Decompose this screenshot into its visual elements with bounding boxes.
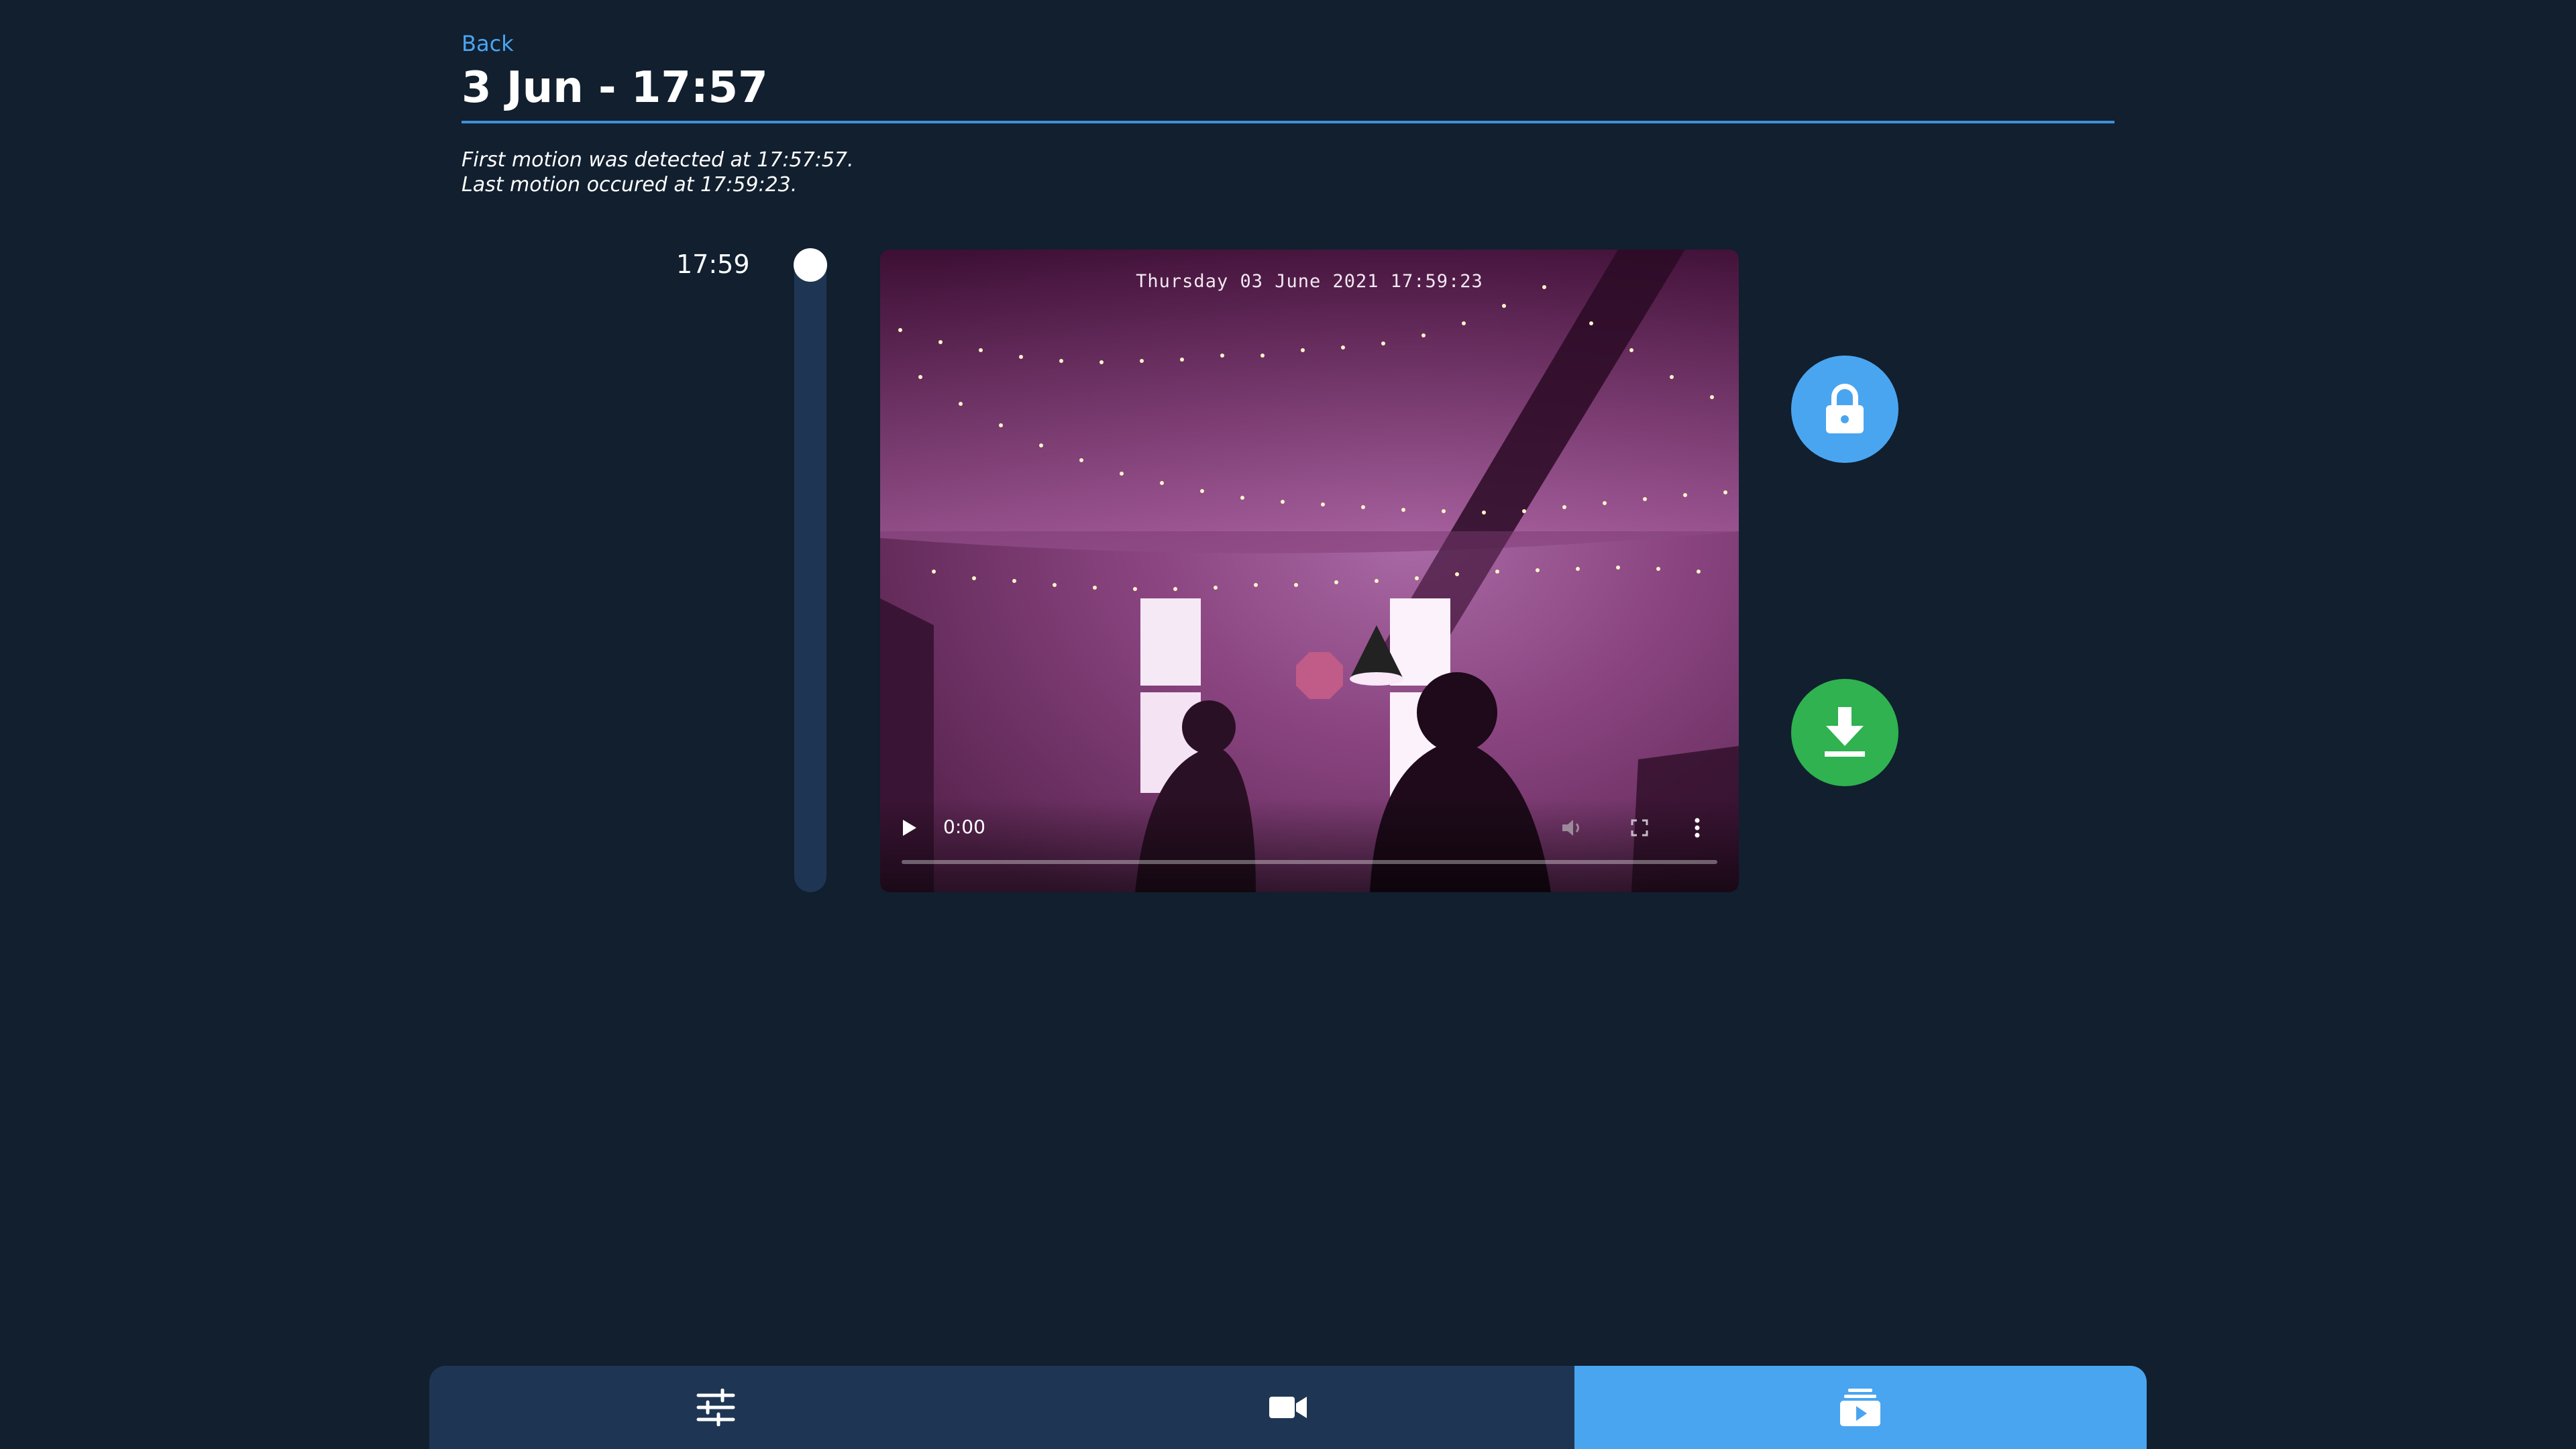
volume-icon xyxy=(1562,820,1579,836)
timeline-track[interactable] xyxy=(794,250,826,892)
fullscreen-icon xyxy=(1631,819,1648,837)
back-link[interactable]: Back xyxy=(462,31,514,56)
play-icon xyxy=(903,820,916,836)
more-options-button[interactable] xyxy=(1682,813,1712,843)
camera-osd-timestamp: Thursday 03 June 2021 17:59:23 xyxy=(1136,271,1483,292)
title-divider xyxy=(462,121,2114,123)
recordings-icon xyxy=(1840,1389,1881,1426)
tab-recordings[interactable] xyxy=(1574,1366,2147,1449)
video-time-readout: 0:00 xyxy=(943,816,985,838)
download-button[interactable] xyxy=(1791,679,1898,786)
video-progress-bar[interactable] xyxy=(902,860,1717,864)
play-button[interactable] xyxy=(895,813,924,843)
page-title: 3 Jun - 17:57 xyxy=(462,63,768,113)
sliders-icon xyxy=(696,1389,735,1426)
tab-live-camera[interactable] xyxy=(1002,1366,1574,1449)
video-camera-icon xyxy=(1269,1397,1307,1418)
lock-button[interactable] xyxy=(1791,356,1898,463)
motion-summary: First motion was detected at 17:57:57. L… xyxy=(462,148,854,197)
volume-button[interactable] xyxy=(1558,813,1587,843)
lock-icon xyxy=(1826,384,1864,433)
fullscreen-button[interactable] xyxy=(1625,813,1654,843)
more-vertical-icon xyxy=(1695,818,1700,838)
tab-settings[interactable] xyxy=(429,1366,1002,1449)
video-player[interactable]: Thursday 03 June 2021 17:59:23 0:00 xyxy=(880,250,1739,892)
timeline-time-label: 17:59 xyxy=(676,250,750,279)
first-motion-text: First motion was detected at 17:57:57. xyxy=(462,148,854,172)
event-detail-page: Back 3 Jun - 17:57 First motion was dete… xyxy=(0,0,2576,1449)
last-motion-text: Last motion occured at 17:59:23. xyxy=(462,173,798,197)
video-controls-background xyxy=(880,798,1739,892)
bottom-navigation xyxy=(429,1366,2147,1449)
camera-footage-image xyxy=(880,250,1739,892)
timeline-marker[interactable] xyxy=(794,248,827,282)
download-icon xyxy=(1825,707,1865,757)
